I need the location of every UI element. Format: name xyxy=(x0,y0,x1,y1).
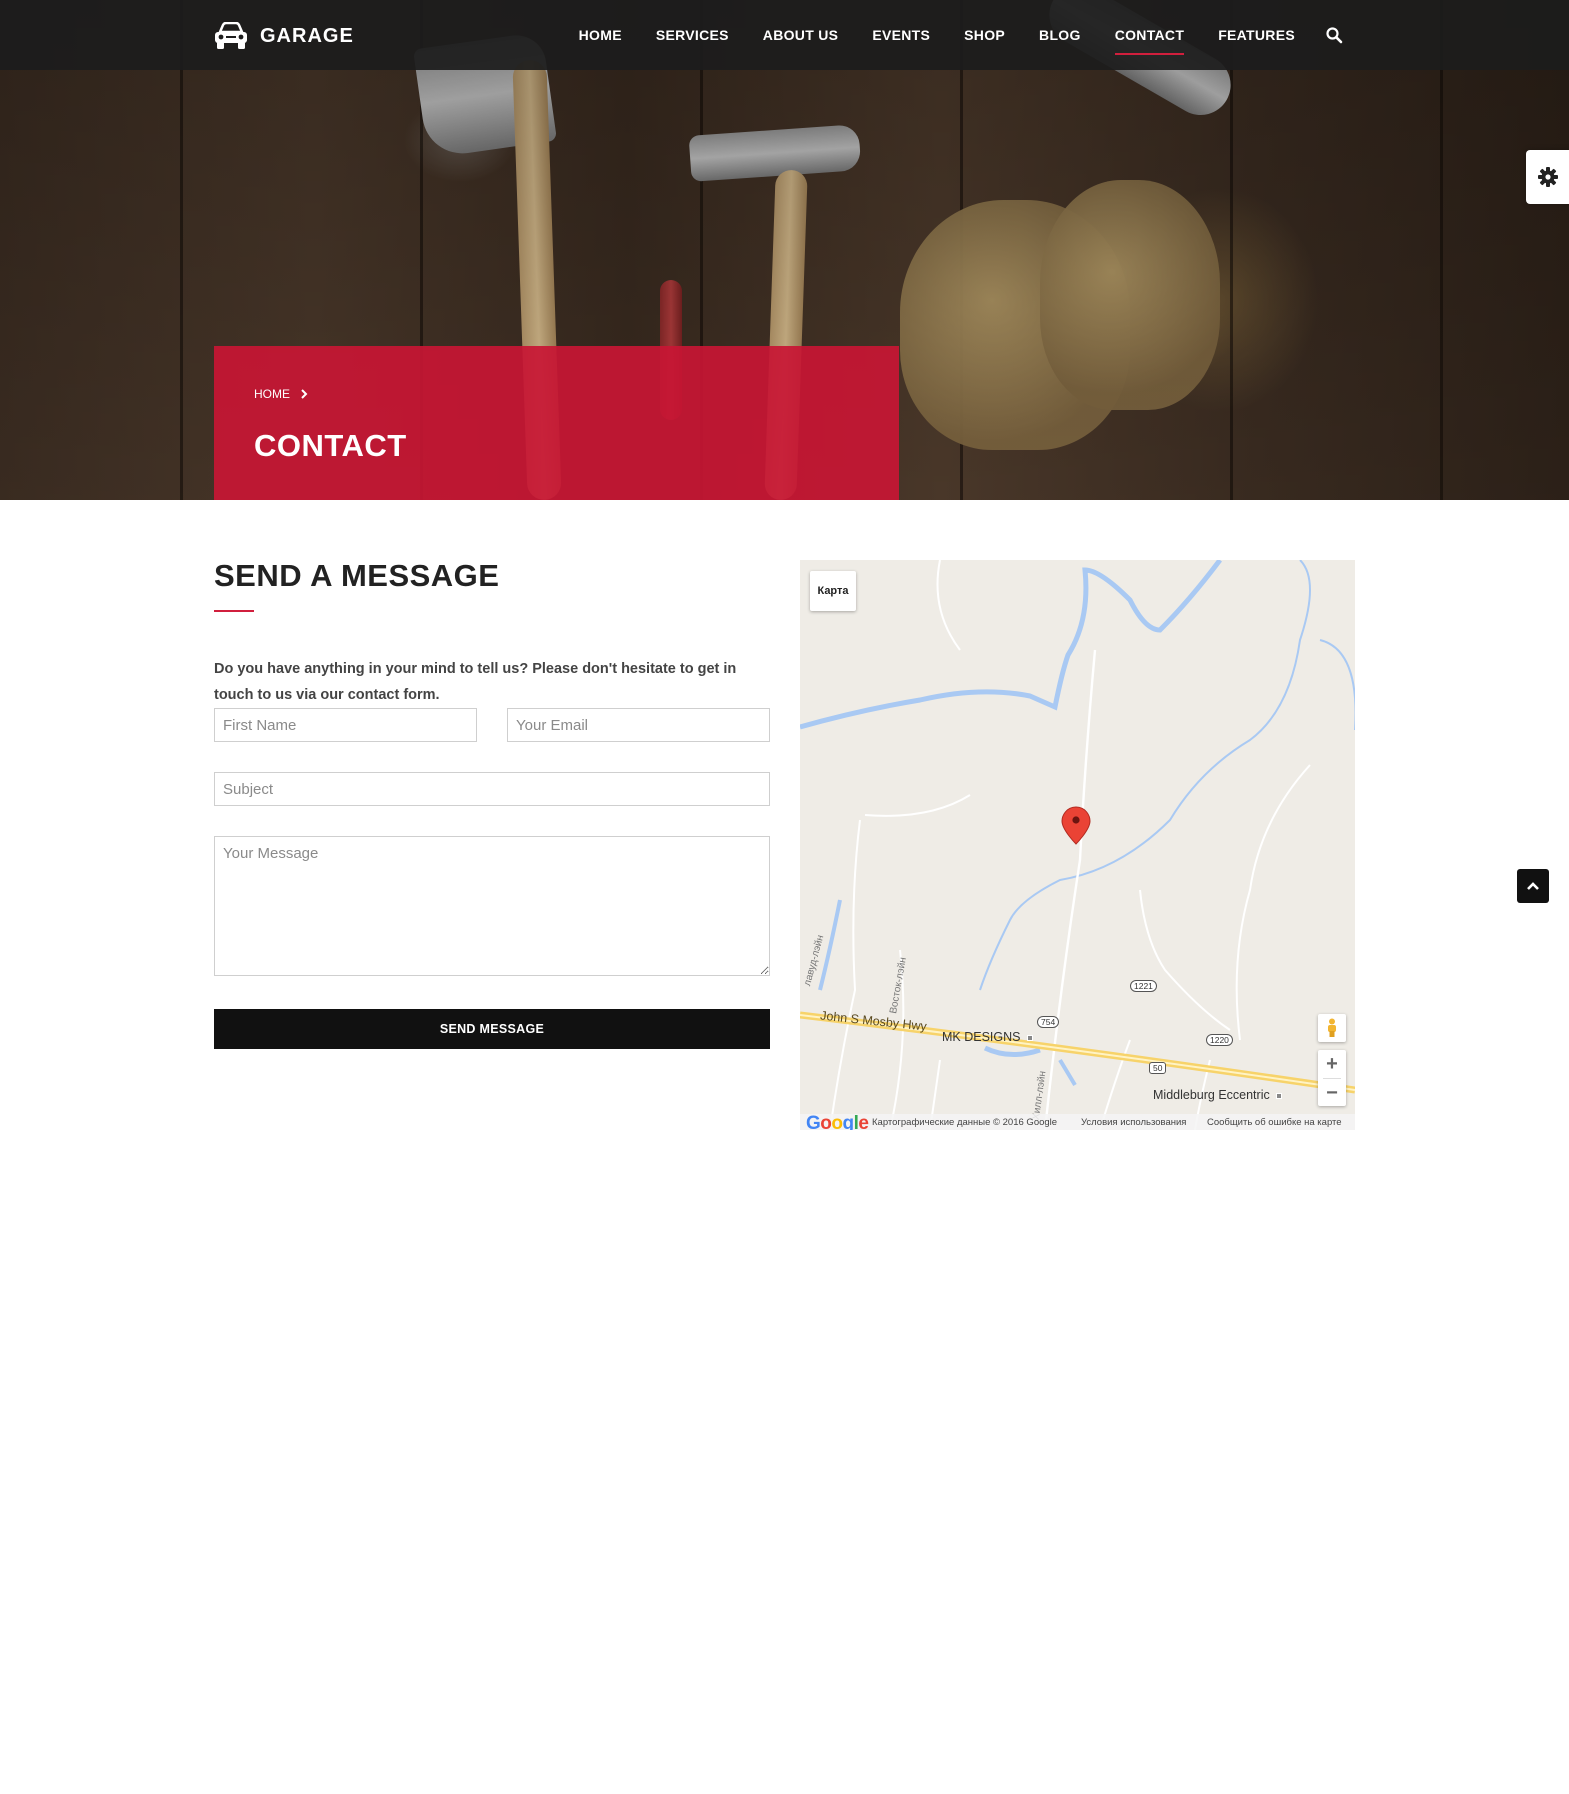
map-attribution: Картографические данные © 2016 Google xyxy=(872,1117,1058,1128)
brand-name: GARAGE xyxy=(260,24,354,47)
zoom-out-button[interactable]: − xyxy=(1318,1079,1346,1107)
pegman-icon xyxy=(1328,1018,1336,1037)
send-message-button[interactable]: SEND MESSAGE xyxy=(214,1009,770,1049)
search-icon[interactable] xyxy=(1325,26,1343,44)
zoom-in-button[interactable]: + xyxy=(1318,1050,1346,1078)
map-location-pin[interactable] xyxy=(1061,806,1091,845)
page-title: CONTACT xyxy=(254,428,407,463)
gear-icon xyxy=(1538,167,1558,187)
route-shield-754: 754 xyxy=(1037,1016,1060,1028)
nav-item-contact[interactable]: CONTACT xyxy=(1114,21,1185,55)
name-email-row xyxy=(214,708,770,742)
chevron-up-icon xyxy=(1527,882,1539,890)
page-title-banner: HOME CONTACT xyxy=(214,346,899,500)
car-icon xyxy=(215,22,247,49)
google-logo[interactable]: Google xyxy=(806,1113,869,1130)
email-input[interactable] xyxy=(507,708,770,742)
nav-item-shop[interactable]: SHOP xyxy=(964,21,1005,49)
form-title: SEND A MESSAGE xyxy=(214,558,500,593)
nav-item-features[interactable]: FEATURES xyxy=(1218,21,1295,49)
google-map[interactable]: Карта MK DESIGNS Middleburg Eccentric Jo… xyxy=(800,560,1355,1130)
zoom-controls: + − xyxy=(1318,1050,1346,1106)
brand-logo[interactable]: GARAGE xyxy=(214,20,354,52)
map-canvas[interactable] xyxy=(800,560,1355,1130)
nav-item-about-us[interactable]: ABOUT US xyxy=(763,21,839,49)
route-shield-1221: 1221 xyxy=(1130,980,1157,992)
title-underline xyxy=(214,610,254,612)
map-type-button[interactable]: Карта xyxy=(810,571,856,611)
map-place-middleburg-eccentric[interactable]: Middleburg Eccentric xyxy=(1153,1088,1282,1102)
subject-input[interactable] xyxy=(214,772,770,806)
settings-button[interactable] xyxy=(1526,150,1569,204)
nav-item-events[interactable]: EVENTS xyxy=(872,21,930,49)
map-report-link[interactable]: Сообщить об ошибке на карте xyxy=(1207,1117,1342,1128)
route-shield-1220: 1220 xyxy=(1206,1034,1233,1046)
map-footer: Картографические данные © 2016 Google Ус… xyxy=(800,1114,1355,1130)
street-view-button[interactable] xyxy=(1318,1014,1346,1042)
breadcrumb: HOME xyxy=(254,387,308,401)
nav-menu: HOME SERVICES ABOUT US EVENTS SHOP BLOG … xyxy=(545,0,1343,70)
message-textarea[interactable] xyxy=(214,836,770,976)
map-place-mk-designs[interactable]: MK DESIGNS xyxy=(942,1030,1033,1044)
nav-item-blog[interactable]: BLOG xyxy=(1039,21,1081,49)
first-name-input[interactable] xyxy=(214,708,477,742)
nav-item-services[interactable]: SERVICES xyxy=(656,21,729,49)
map-terms-link[interactable]: Условия использования xyxy=(1081,1117,1186,1128)
contact-form-section: SEND A MESSAGE Do you have anything in y… xyxy=(214,556,770,1049)
back-to-top-button[interactable] xyxy=(1517,869,1549,903)
breadcrumb-home-link[interactable]: HOME xyxy=(254,387,290,401)
form-intro-text: Do you have anything in your mind to tel… xyxy=(214,661,737,703)
main-navbar: GARAGE HOME SERVICES ABOUT US EVENTS SHO… xyxy=(0,0,1569,70)
route-shield-50: 50 xyxy=(1149,1062,1167,1074)
nav-item-home[interactable]: HOME xyxy=(579,21,622,49)
chevron-right-icon xyxy=(301,389,308,399)
